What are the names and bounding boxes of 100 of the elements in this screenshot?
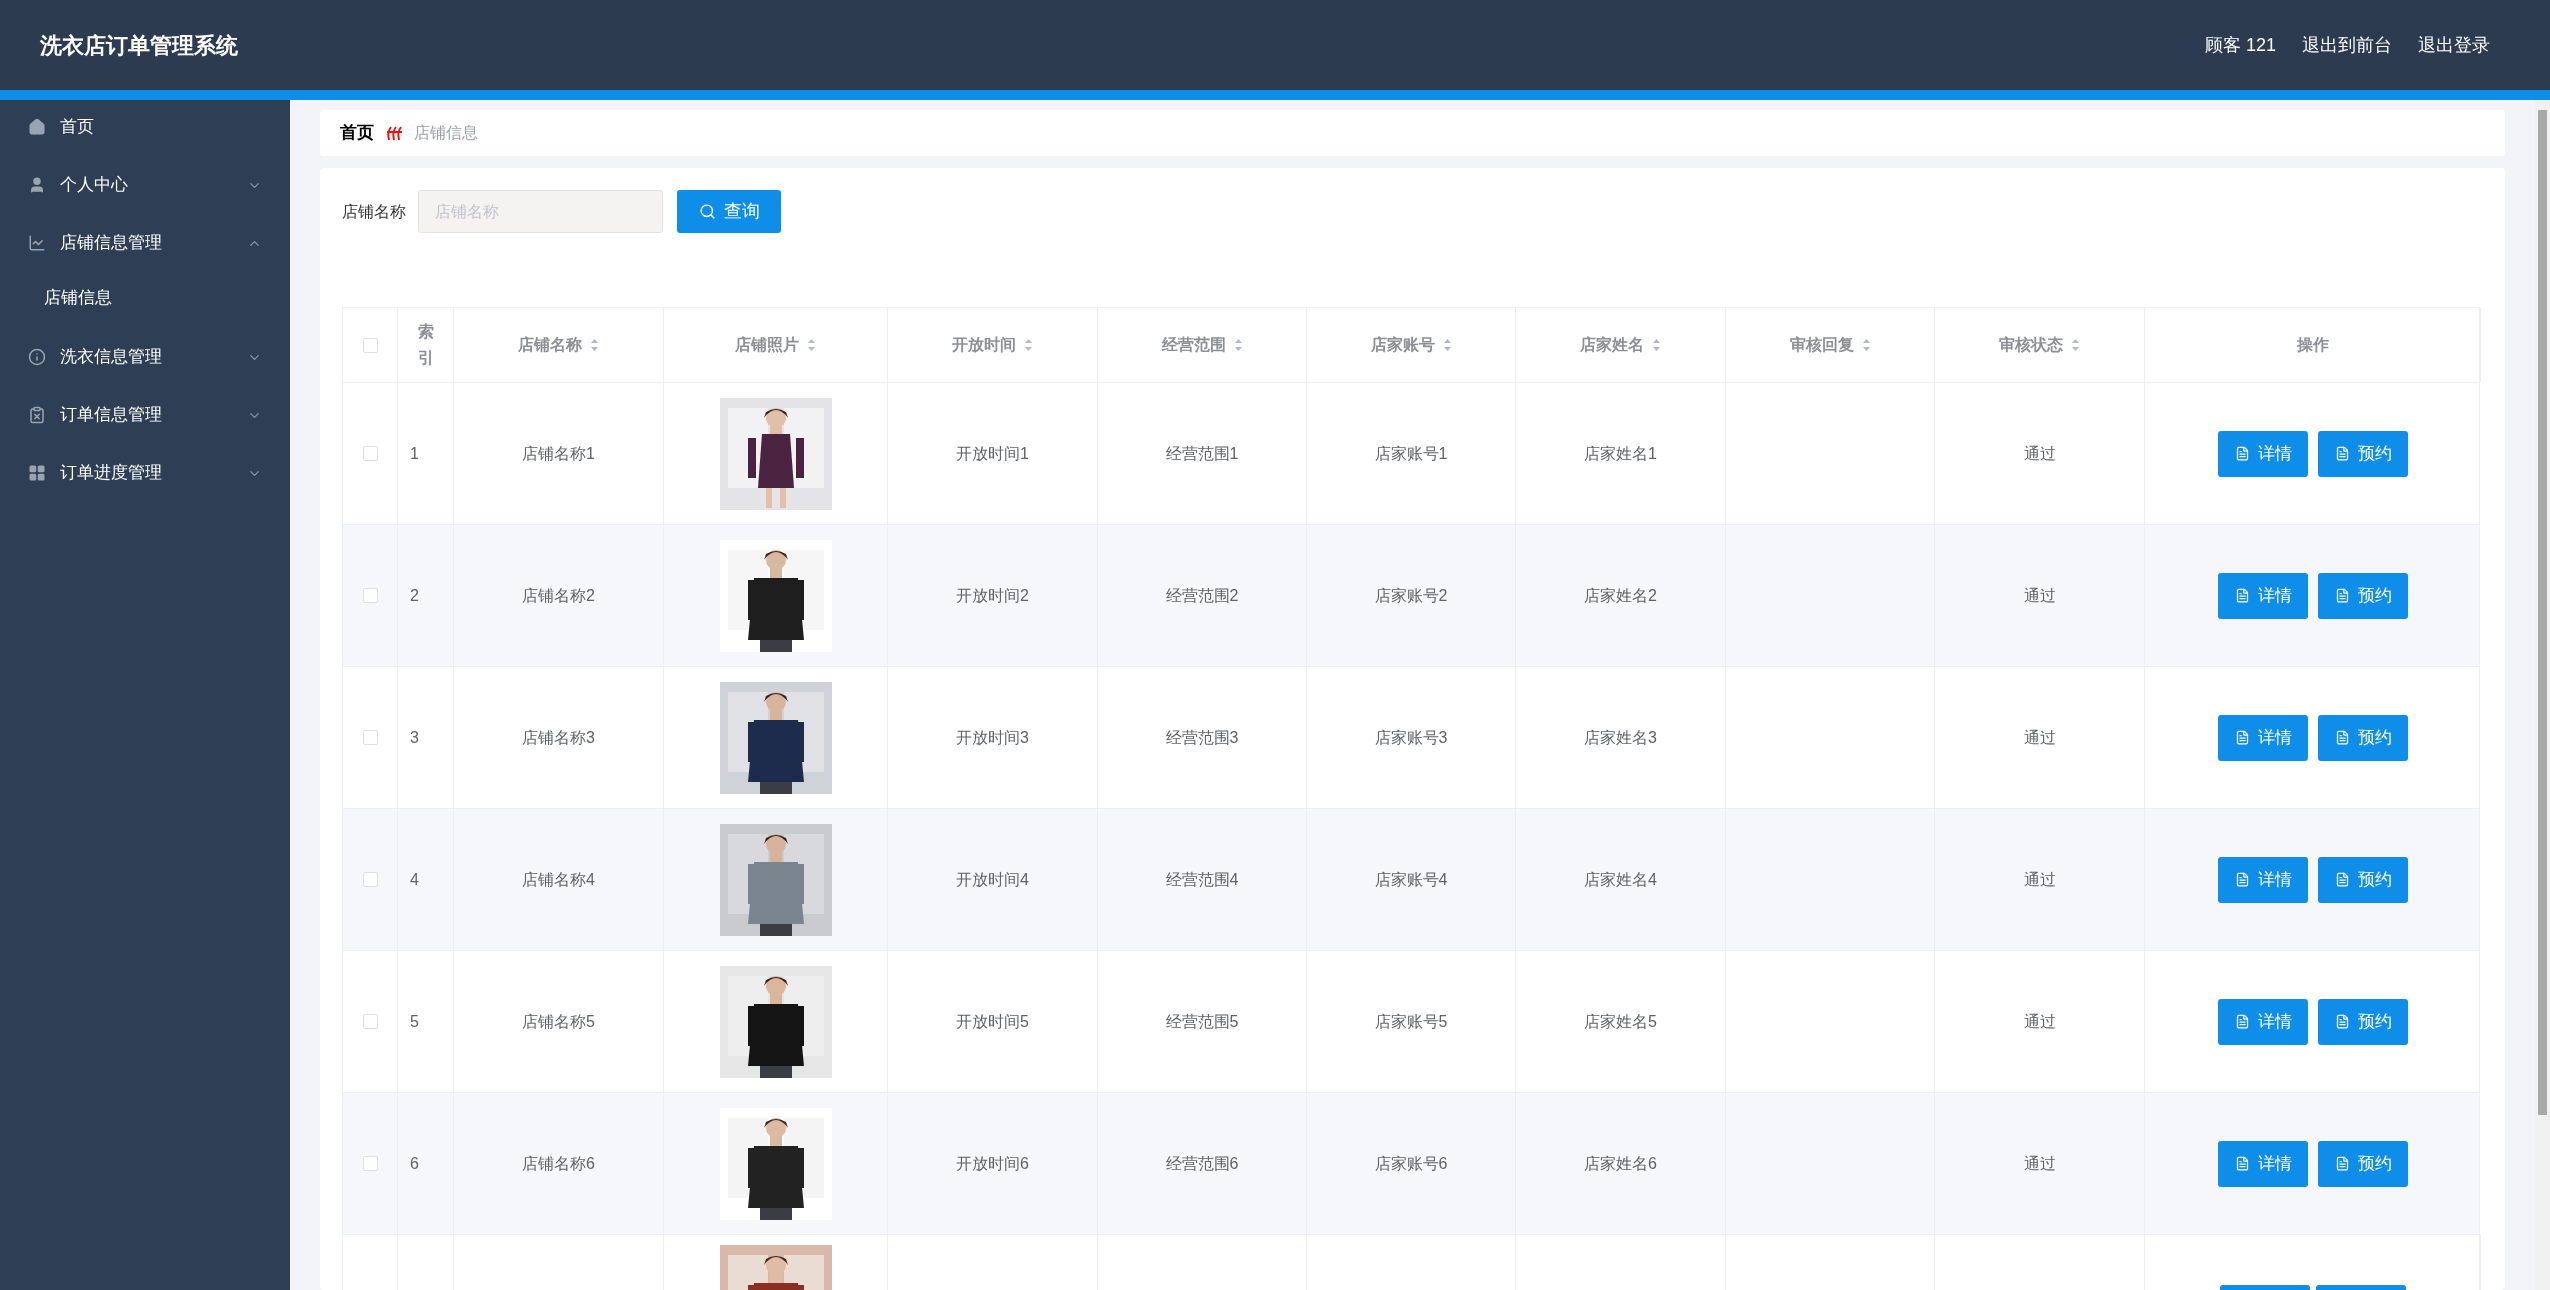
document-icon: [2234, 588, 2250, 603]
checkbox[interactable]: [362, 337, 378, 353]
action-button[interactable]: 预约: [2318, 856, 2408, 903]
table-cell-text: 店家姓名6: [1584, 1153, 1657, 1174]
action-button[interactable]: 预约: [2318, 1140, 2408, 1187]
table-cell-text: 经营范围3: [1165, 727, 1239, 748]
column-header: 操作: [2145, 308, 2481, 382]
breadcrumb-item: 店铺信息: [414, 123, 478, 143]
app-title: 洗衣店订单管理系统: [40, 31, 238, 60]
action-button[interactable]: 详情: [2218, 856, 2308, 903]
action-button[interactable]: 详情: [2218, 714, 2308, 761]
table-cell-text: 店铺名称6: [522, 1153, 595, 1174]
document-icon: [2334, 730, 2350, 745]
table-cell-text: 开放时间5: [956, 1011, 1029, 1032]
search-icon: [698, 203, 716, 220]
document-icon: [2334, 588, 2350, 603]
header-link[interactable]: 退出到前台: [2302, 31, 2392, 59]
table-cell-text: 经营范围4: [1165, 869, 1239, 890]
sort-icon[interactable]: [1233, 338, 1243, 352]
document-icon: [2234, 872, 2250, 887]
sort-icon[interactable]: [1024, 338, 1033, 352]
table-cell-text: 通过: [2023, 1153, 2056, 1174]
action-button[interactable]: 详情: [2218, 430, 2308, 477]
table-cell-text: 店家账号1: [1374, 443, 1448, 464]
column-header: 索引: [398, 308, 454, 382]
checkbox[interactable]: [362, 872, 378, 887]
document-icon: [2334, 446, 2350, 461]
separator-icon: [384, 124, 404, 142]
action-button[interactable]: 详情: [2218, 1140, 2308, 1187]
sort-icon[interactable]: [590, 338, 599, 352]
sort-icon[interactable]: [2071, 338, 2080, 352]
table-cell-text: 开放时间2: [956, 585, 1029, 606]
table-cell-text: 店铺名称5: [522, 1011, 595, 1032]
table-cell-text: 店家账号2: [1374, 585, 1448, 606]
table-cell-text: 4: [410, 869, 419, 890]
home-icon: [28, 118, 46, 136]
table-cell-text: 1: [410, 443, 419, 464]
table-cell-text: 店家账号4: [1374, 869, 1448, 890]
table-cell-text: 经营范围1: [1165, 443, 1239, 464]
document-icon: [2334, 872, 2350, 887]
document-icon: [2234, 446, 2250, 461]
sort-icon[interactable]: [1652, 338, 1661, 352]
table-cell-text: 店铺名称1: [522, 443, 595, 464]
action-button[interactable]: 预约: [2318, 998, 2408, 1045]
column-header[interactable]: 开放时间: [888, 308, 1098, 382]
document-icon: [2234, 1156, 2250, 1171]
scrollbar[interactable]: [2535, 100, 2550, 1290]
table-cell-text: 店家账号6: [1374, 1153, 1448, 1174]
table-cell-text: 店家账号3: [1374, 727, 1448, 748]
table-cell-text: 店家姓名2: [1584, 585, 1657, 606]
action-button[interactable]: 详情: [2218, 998, 2308, 1045]
sort-icon[interactable]: [807, 338, 816, 352]
column-header[interactable]: 审核回复: [1726, 308, 1935, 382]
column-header[interactable]: 审核状态: [1935, 308, 2145, 382]
user-name: 顾客 121: [2204, 33, 2276, 57]
document-icon: [2234, 1014, 2250, 1029]
field-label: 店铺名称: [342, 201, 406, 222]
table-cell-text: 2: [410, 585, 419, 606]
table-cell-text: 经营范围6: [1165, 1153, 1239, 1174]
column-header[interactable]: 店家账号: [1307, 308, 1516, 382]
table-cell-text: 通过: [2023, 1011, 2056, 1032]
checkbox[interactable]: [362, 588, 378, 603]
document-icon: [2334, 1014, 2350, 1029]
sort-icon[interactable]: [1442, 338, 1452, 352]
checkbox[interactable]: [362, 1014, 378, 1029]
action-button[interactable]: 详情: [2218, 572, 2308, 619]
table-cell-text: 5: [410, 1011, 419, 1032]
table-cell-text: 店家账号5: [1374, 1011, 1448, 1032]
table-cell-text: 开放时间1: [956, 443, 1029, 464]
table-cell-text: 店家姓名4: [1584, 869, 1657, 890]
user-icon: [28, 176, 46, 194]
clipboard-icon: [28, 406, 46, 424]
table-cell-text: 经营范围5: [1165, 1011, 1239, 1032]
table-cell-text: 通过: [2023, 869, 2056, 890]
column-header[interactable]: 经营范围: [1098, 308, 1307, 382]
column-header[interactable]: 店铺照片: [664, 308, 888, 382]
grid-icon: [28, 464, 46, 482]
checkbox[interactable]: [362, 1156, 378, 1171]
table-cell-text: 经营范围2: [1165, 585, 1239, 606]
action-button[interactable]: 预约: [2318, 714, 2408, 761]
checkbox[interactable]: [362, 446, 378, 461]
table-cell-text: 3: [410, 727, 419, 748]
table-cell-text: 店家姓名1: [1584, 443, 1657, 464]
table-cell-text: 店铺名称3: [522, 727, 595, 748]
column-header[interactable]: 店铺名称: [454, 308, 664, 382]
info-icon: [28, 348, 46, 366]
breadcrumb-item[interactable]: 首页: [340, 120, 374, 146]
search-button[interactable]: 查询: [677, 190, 781, 233]
scrollbar-thumb[interactable]: [2538, 110, 2547, 1115]
table-cell-text: 店铺名称4: [522, 869, 595, 890]
column-header[interactable]: 店家姓名: [1516, 308, 1726, 382]
table-cell-text: 通过: [2023, 585, 2056, 606]
header-link[interactable]: 退出登录: [2418, 31, 2490, 59]
table-cell-text: 店铺名称2: [522, 585, 595, 606]
action-button[interactable]: 预约: [2318, 430, 2408, 477]
sort-icon[interactable]: [1861, 338, 1871, 352]
chart-icon: [28, 234, 46, 252]
checkbox[interactable]: [362, 730, 378, 745]
action-button[interactable]: 预约: [2318, 572, 2408, 619]
table-cell-text: 开放时间6: [956, 1153, 1029, 1174]
